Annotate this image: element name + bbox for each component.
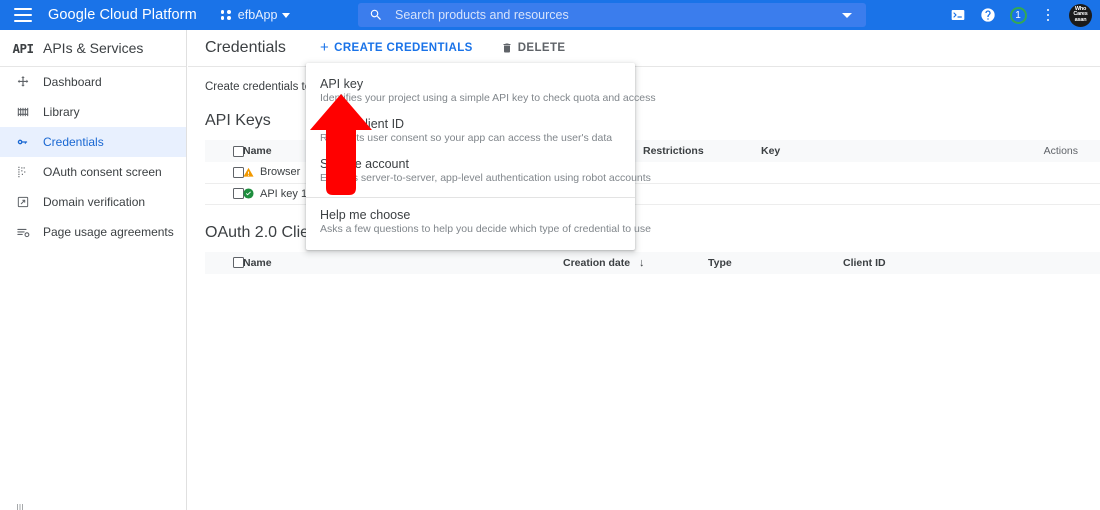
menu-item-title: API key [320,77,364,91]
oauth-clients-table-header-row: Name Creation date ↓ Type Client ID Acti… [205,251,1100,274]
sidebar-item-label: Page usage agreements [43,225,174,239]
top-navigation-bar: Google Cloud Platform efbApp Search prod… [0,0,1100,30]
cloud-shell-icon[interactable] [943,0,973,30]
sidebar-item-oauth-consent-screen[interactable]: OAuth consent screen [0,157,186,187]
api-keys-select-all-cell [205,140,244,162]
key-icon [8,135,38,149]
menu-item-title: Help me choose [320,208,411,222]
menu-item-help-me-choose[interactable]: Help me choose Asks a few questions to h… [306,202,651,242]
api-key-key [761,162,881,183]
arrow-down-icon: ↓ [639,256,645,269]
menu-separator [306,197,635,198]
menu-item-description: Asks a few questions to help you decide … [320,223,651,235]
column-header-client-id[interactable]: Client ID [843,252,1100,274]
page-usage-agreements-icon [8,225,38,240]
column-header-restrictions[interactable]: Restrictions [643,140,761,162]
sidebar-item-credentials[interactable]: Credentials [0,127,186,157]
menu-item-description: Identifies your project using a simple A… [320,92,656,104]
sidebar-item-label: Dashboard [43,75,102,89]
row-select-cell [205,183,244,204]
notification-count: 1 [1009,6,1027,24]
create-credentials-menu: API key Identifies your project using a … [306,63,656,250]
column-header-type[interactable]: Type [708,252,843,274]
delete-label: DELETE [517,42,566,54]
sidebar: API APIs & Services Dashboard Library Cr… [0,30,187,510]
create-credentials-button[interactable]: + CREATE CREDENTIALS [319,39,473,56]
api-key-actions[interactable] [881,162,1100,183]
menu-item-description: Enables server-to-server, app-level auth… [320,172,651,184]
oauth-clients-table: Name Creation date ↓ Type Client ID Acti… [205,251,1100,274]
sidebar-item-label: Library [43,105,80,119]
main-header: Credentials + CREATE CREDENTIALS DELETE [188,30,1100,67]
column-header-actions: Actions [1043,145,1078,157]
domain-verification-icon [8,195,38,209]
api-key-name: Browser [260,166,301,179]
app-root: Google Cloud Platform efbApp Search prod… [0,0,1100,510]
api-key-name: API key 1 [260,187,308,200]
menu-bottom-padding [306,242,635,250]
help-icon[interactable] [973,0,1003,30]
sidebar-item-label: Domain verification [43,195,146,209]
sidebar-collapse-icon[interactable] [14,502,26,510]
warning-icon [243,167,254,178]
create-credentials-label: CREATE CREDENTIALS [334,42,473,54]
api-key-key [761,183,881,204]
chevron-down-icon [282,12,291,18]
notifications-badge[interactable]: 1 [1003,0,1033,30]
search-input[interactable] [395,8,842,22]
api-logo: API [12,40,34,56]
dashboard-icon [8,75,38,89]
search-icon [369,8,383,22]
column-header-creation-date-label: Creation date [563,256,631,269]
plus-icon: + [319,39,330,56]
delete-button[interactable]: DELETE [501,42,566,54]
sidebar-item-label: Credentials [43,135,104,149]
trash-icon [501,42,513,54]
sidebar-title: APIs & Services [43,40,144,56]
page-title: Credentials [205,39,286,56]
api-key-restrictions [643,162,761,183]
column-header-name[interactable]: Name [243,252,563,274]
top-bar-actions: 1 Who Cares asan [943,0,1100,30]
sidebar-item-label: OAuth consent screen [43,165,162,179]
menu-item-description: Requests user consent so your app can ac… [320,132,613,144]
api-key-restrictions [643,183,761,204]
menu-item-api-key[interactable]: API key Identifies your project using a … [306,71,656,111]
row-select-cell [205,162,244,183]
library-icon [8,105,38,119]
menu-item-service-account[interactable]: Service account Enables server-to-server… [306,151,651,191]
sidebar-item-dashboard[interactable]: Dashboard [0,67,186,97]
oauth-select-all-cell [205,252,244,274]
sidebar-item-domain-verification[interactable]: Domain verification [0,187,186,217]
project-name: efbApp [237,8,278,22]
global-search[interactable] [358,3,866,27]
column-header-key[interactable]: Key [761,140,881,162]
search-chevron-down-icon[interactable] [842,12,852,18]
sidebar-item-page-usage-agreements[interactable]: Page usage agreements [0,217,186,247]
check-circle-icon [243,188,254,199]
more-options-icon[interactable] [1033,0,1063,30]
menu-item-title: Service account [320,157,409,171]
api-key-actions[interactable] [881,183,1100,204]
menu-item-oauth-client-id[interactable]: OAuth client ID Requests user consent so… [306,111,635,151]
avatar[interactable]: Who Cares asan [1069,3,1092,27]
project-selector[interactable]: efbApp [220,8,291,22]
brand-title: Google Cloud Platform [48,7,197,23]
sidebar-item-library[interactable]: Library [0,97,186,127]
hamburger-icon[interactable] [14,8,32,22]
column-header-creation-date[interactable]: Creation date ↓ [563,252,708,274]
consent-screen-icon [8,165,38,179]
project-nodes-icon [220,9,233,21]
sidebar-header: API APIs & Services [0,30,186,67]
menu-item-title: OAuth client ID [320,117,405,131]
